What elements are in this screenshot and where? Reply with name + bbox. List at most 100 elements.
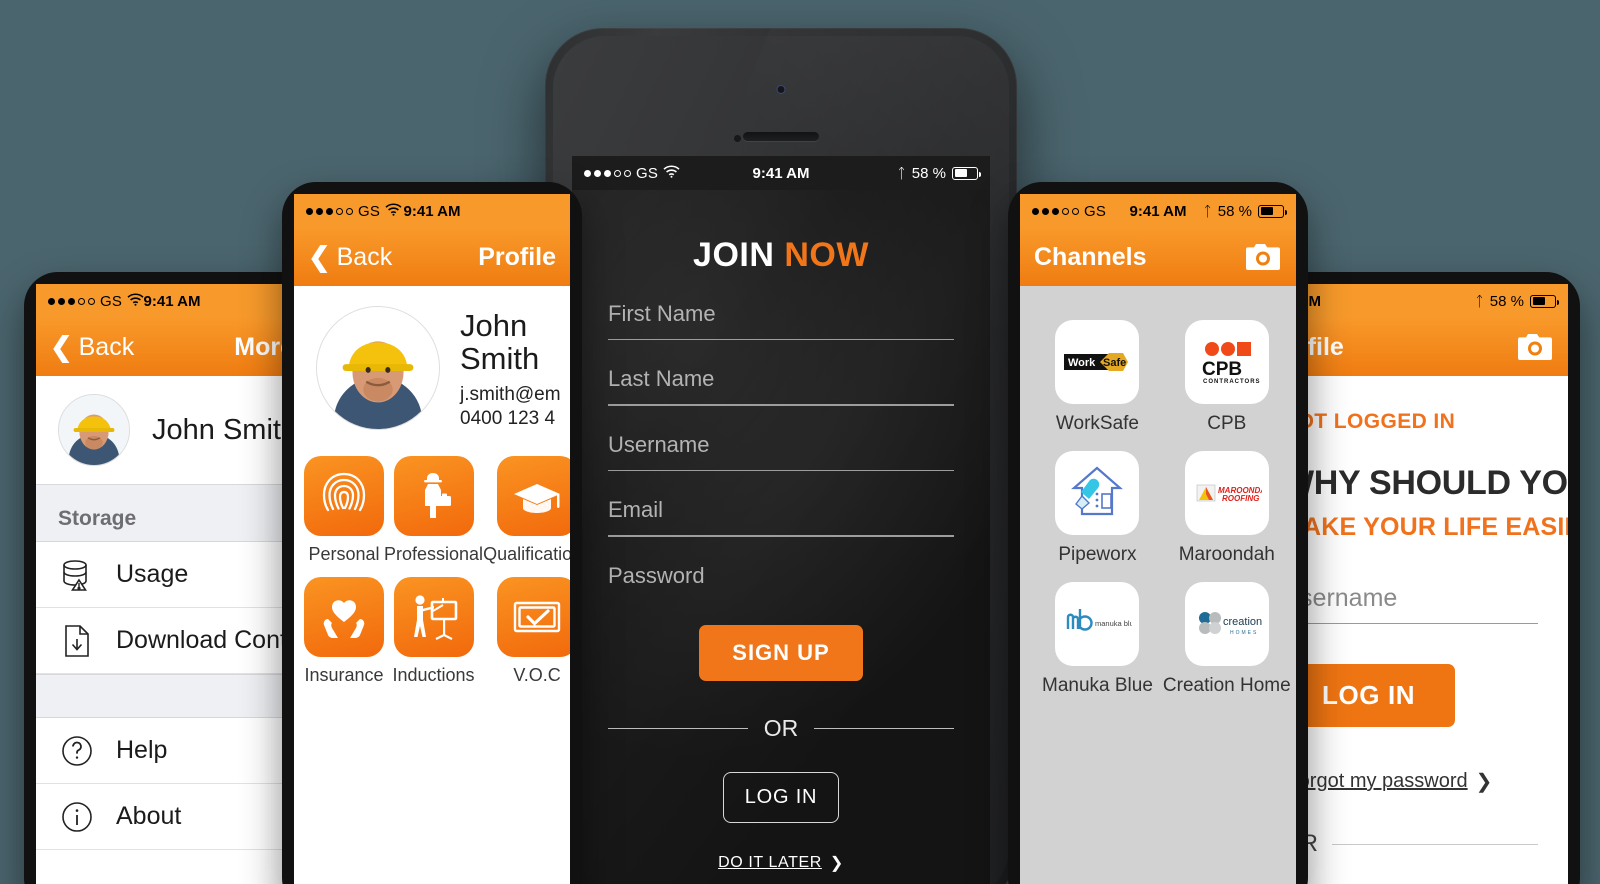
graduation-cap-icon — [497, 456, 570, 537]
back-button[interactable]: ❮ Back — [50, 333, 134, 362]
last-name-placeholder: Last Name — [608, 366, 715, 392]
battery-percent-label: 58 % — [1489, 292, 1524, 310]
camera-icon — [1246, 244, 1280, 270]
field-underline — [608, 469, 954, 472]
channel-cpb[interactable]: CPB CONTRACTORS CPB — [1163, 320, 1291, 435]
file-download-icon — [58, 622, 96, 660]
channel-logo-card: MAROONDAH ROOFING — [1184, 451, 1269, 535]
channels-screen-content: GS 9:41 AM ᛏ 58 % Channels Work Safe Wor… — [1020, 194, 1296, 884]
battery-icon — [952, 166, 981, 180]
bluetooth-icon: ᛏ — [897, 165, 906, 181]
do-it-later-link[interactable]: DO IT LATER ❯ — [608, 853, 954, 873]
carrier-label: GS — [100, 292, 123, 310]
profile-header[interactable]: John Smith — [36, 376, 308, 484]
wifi-icon — [385, 203, 402, 219]
tile-personal[interactable]: Personal — [304, 450, 384, 567]
profile-email: j.smith@em — [460, 384, 561, 406]
channel-worksafe[interactable]: Work Safe WorkSafe — [1042, 320, 1153, 435]
channel-label: WorkSafe — [1055, 413, 1139, 434]
profile-summary: John Smith j.smith@em 0400 123 4 — [294, 286, 570, 445]
channel-manuka-blue[interactable]: manuka blue Manuka Blue — [1042, 582, 1153, 697]
avatar[interactable] — [316, 306, 440, 430]
first-name-field[interactable]: First Name — [608, 301, 954, 341]
earpiece-speaker — [743, 132, 819, 141]
back-label: Back — [336, 242, 393, 271]
list-item[interactable]: Usage — [36, 542, 308, 608]
tile-label: Qualifications — [483, 544, 570, 565]
front-camera-icon — [776, 85, 786, 94]
password-field[interactable]: Password — [608, 563, 954, 589]
tile-label: Inductions — [392, 665, 475, 686]
status-bar: GS 9:41 AM — [36, 284, 308, 318]
chevron-left-icon: ❮ — [308, 241, 331, 272]
tile-qualifications[interactable]: Qualifications — [483, 450, 570, 567]
phone-join-now-screen: GS 9:41 AM ᛏ 58 % JOIN NOW First Name La… — [545, 28, 1017, 884]
profile-first-name: John — [460, 308, 528, 343]
nav-bar: ❮ Back More — [36, 318, 308, 376]
nav-bar: Channels — [1020, 228, 1296, 286]
username-field[interactable]: Username — [608, 431, 954, 472]
email-placeholder: Email — [608, 497, 664, 523]
camera-button[interactable] — [1516, 332, 1554, 362]
tile-professional[interactable]: Professional — [384, 450, 483, 567]
pipeworx-logo — [1071, 466, 1124, 516]
phone-profile-screen: GS 9:41 AM ❮ Back Profile John Smith j.s… — [282, 182, 582, 884]
status-bar-right: ᛏ 58 % — [1475, 292, 1559, 310]
tile-insurance[interactable]: Insurance — [304, 571, 384, 688]
profile-details: John Smith j.smith@em 0400 123 4 — [460, 306, 561, 430]
section-header-storage: Storage — [36, 484, 308, 542]
chevron-right-icon: ❯ — [1475, 771, 1493, 793]
username-field[interactable]: Username — [1282, 584, 1538, 624]
back-label: Back — [78, 332, 135, 361]
list-item[interactable]: Download Content on — [36, 608, 308, 674]
profile-screen-content: GS 9:41 AM ❮ Back Profile John Smith j.s… — [294, 194, 570, 884]
list-item-label: About — [116, 802, 182, 830]
channels-grid: Work Safe WorkSafe CPB CONTRACTORS CPB P… — [1042, 320, 1291, 697]
status-bar: GS 9:41 AM ᛏ 58 % — [572, 156, 990, 190]
channel-label: Pipeworx — [1058, 544, 1137, 565]
svg-text:CPB: CPB — [1202, 359, 1242, 380]
status-badge: NOT LOGGED IN — [1282, 410, 1456, 433]
tile-voc[interactable]: V.O.C — [483, 571, 570, 688]
channel-creation-home[interactable]: creation HOMES Creation Home — [1163, 582, 1291, 697]
log-in-button[interactable]: LOG IN — [723, 771, 839, 823]
channel-logo-card: creation HOMES — [1184, 582, 1269, 666]
phone-mockup-stage: GS 9:41 AM ❮ Back More John Smith Storag… — [0, 0, 1600, 884]
status-bar: GS 9:41 AM — [294, 194, 570, 228]
list-item[interactable]: About — [36, 784, 308, 850]
bluetooth-icon: ᛏ — [1203, 203, 1212, 219]
certificate-check-icon — [497, 577, 570, 658]
channel-pipeworx[interactable]: Pipeworx — [1042, 451, 1153, 566]
or-divider: OR — [608, 715, 954, 742]
svg-text:creation: creation — [1223, 616, 1262, 628]
fingerprint-icon — [304, 456, 384, 537]
section-divider — [36, 674, 308, 718]
status-bar-right: ᛏ 58 % — [897, 165, 981, 182]
last-name-field[interactable]: Last Name — [608, 366, 954, 406]
user-avatar-hardhat — [317, 307, 439, 429]
channel-maroondah[interactable]: MAROONDAH ROOFING Maroondah — [1163, 451, 1291, 566]
avatar — [58, 394, 130, 466]
status-bar-left: GS — [306, 203, 402, 220]
page-title: Channels — [1034, 242, 1147, 271]
profile-last-name: Smith — [460, 340, 540, 376]
status-bar-left: GS — [1032, 203, 1106, 220]
email-field[interactable]: Email — [608, 497, 954, 537]
back-button[interactable]: ❮ Back — [308, 243, 392, 272]
forgot-password-link[interactable]: I forgot my password ❯ — [1282, 769, 1538, 794]
username-placeholder: Username — [608, 431, 710, 457]
or-divider: OR — [1282, 830, 1538, 858]
worksafe-logo: Work Safe — [1064, 353, 1129, 371]
question-circle-icon — [58, 732, 96, 770]
carrier-label: GS — [1084, 202, 1107, 220]
camera-button[interactable] — [1244, 242, 1282, 272]
list-item[interactable]: Help — [36, 718, 308, 784]
tile-label: Insurance — [304, 665, 384, 686]
channel-logo-card — [1055, 451, 1140, 535]
sign-up-button[interactable]: SIGN UP — [699, 624, 863, 681]
list-item-label: Download Content on — [116, 626, 308, 654]
svg-text:Work: Work — [1068, 357, 1096, 369]
svg-text:CONTRACTORS: CONTRACTORS — [1203, 379, 1261, 385]
phone-channels-screen: GS 9:41 AM ᛏ 58 % Channels Work Safe Wor… — [1008, 182, 1308, 884]
tile-inductions[interactable]: Inductions — [384, 571, 483, 688]
